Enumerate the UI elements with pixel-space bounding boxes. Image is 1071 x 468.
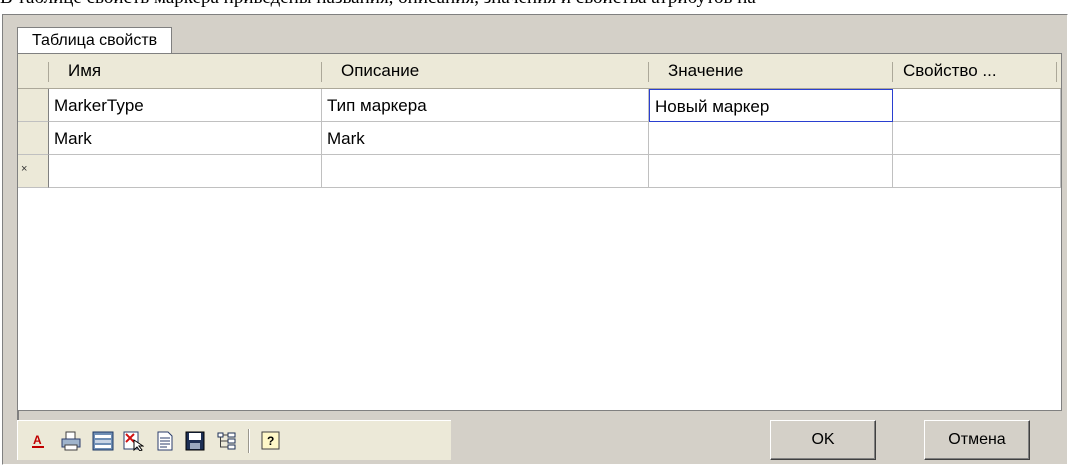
cell-property[interactable]: [893, 122, 1061, 155]
property-grid: Имя Описание Значение Свойство ... Marke…: [17, 53, 1062, 411]
header-separator: [1056, 62, 1057, 82]
column-header-description[interactable]: Описание: [322, 54, 648, 88]
svg-text:A: A: [33, 433, 42, 447]
svg-text:?: ?: [267, 434, 274, 448]
cell-value-selected[interactable]: Новый маркер: [649, 89, 893, 122]
toolbar-separator: [248, 429, 250, 453]
cell-description[interactable]: Mark: [322, 122, 649, 155]
new-row-marker[interactable]: ×: [18, 155, 49, 188]
help-icon[interactable]: ?: [260, 431, 282, 451]
page-text: В таблице свойств маркера приведены назв…: [0, 0, 1071, 9]
column-header-property[interactable]: Свойство ...: [893, 54, 1057, 88]
bottom-toolbar: A ?: [17, 420, 451, 460]
font-color-icon[interactable]: A: [28, 431, 50, 451]
new-table-row[interactable]: ×: [18, 155, 1061, 188]
cell-value[interactable]: [649, 155, 893, 188]
ok-button[interactable]: OK: [770, 420, 876, 460]
tree-structure-icon[interactable]: [216, 431, 238, 451]
table-row[interactable]: Mark Mark: [18, 122, 1061, 155]
cell-property[interactable]: [893, 155, 1061, 188]
cell-description[interactable]: [322, 155, 649, 188]
header-corner: [18, 54, 48, 88]
cancel-button[interactable]: Отмена: [924, 420, 1030, 460]
table-view-icon[interactable]: [92, 431, 114, 451]
table-row[interactable]: MarkerType Тип маркера Новый маркер: [18, 89, 1061, 122]
property-table-dialog: Таблица свойств Имя Описание Значение Св…: [2, 14, 1068, 465]
cell-value[interactable]: [649, 122, 893, 155]
column-header-value[interactable]: Значение: [649, 54, 892, 88]
cell-name[interactable]: MarkerType: [49, 89, 322, 122]
cell-property[interactable]: [893, 89, 1061, 122]
cell-name[interactable]: Mark: [49, 122, 322, 155]
delete-selection-icon[interactable]: [122, 431, 145, 452]
grid-edge: [17, 411, 19, 420]
cell-description[interactable]: Тип маркера: [322, 89, 649, 122]
row-selector[interactable]: [18, 89, 49, 122]
column-header-name[interactable]: Имя: [49, 54, 321, 88]
grid-header-row: Имя Описание Значение Свойство ...: [18, 54, 1061, 88]
row-selector[interactable]: [18, 122, 49, 155]
print-icon[interactable]: [60, 431, 82, 451]
document-icon[interactable]: [154, 431, 176, 451]
page-text-content: В таблице свойств маркера приведены назв…: [0, 0, 756, 8]
tab-property-table[interactable]: Таблица свойств: [17, 27, 173, 53]
cell-name[interactable]: [49, 155, 322, 188]
save-icon[interactable]: [184, 431, 206, 451]
